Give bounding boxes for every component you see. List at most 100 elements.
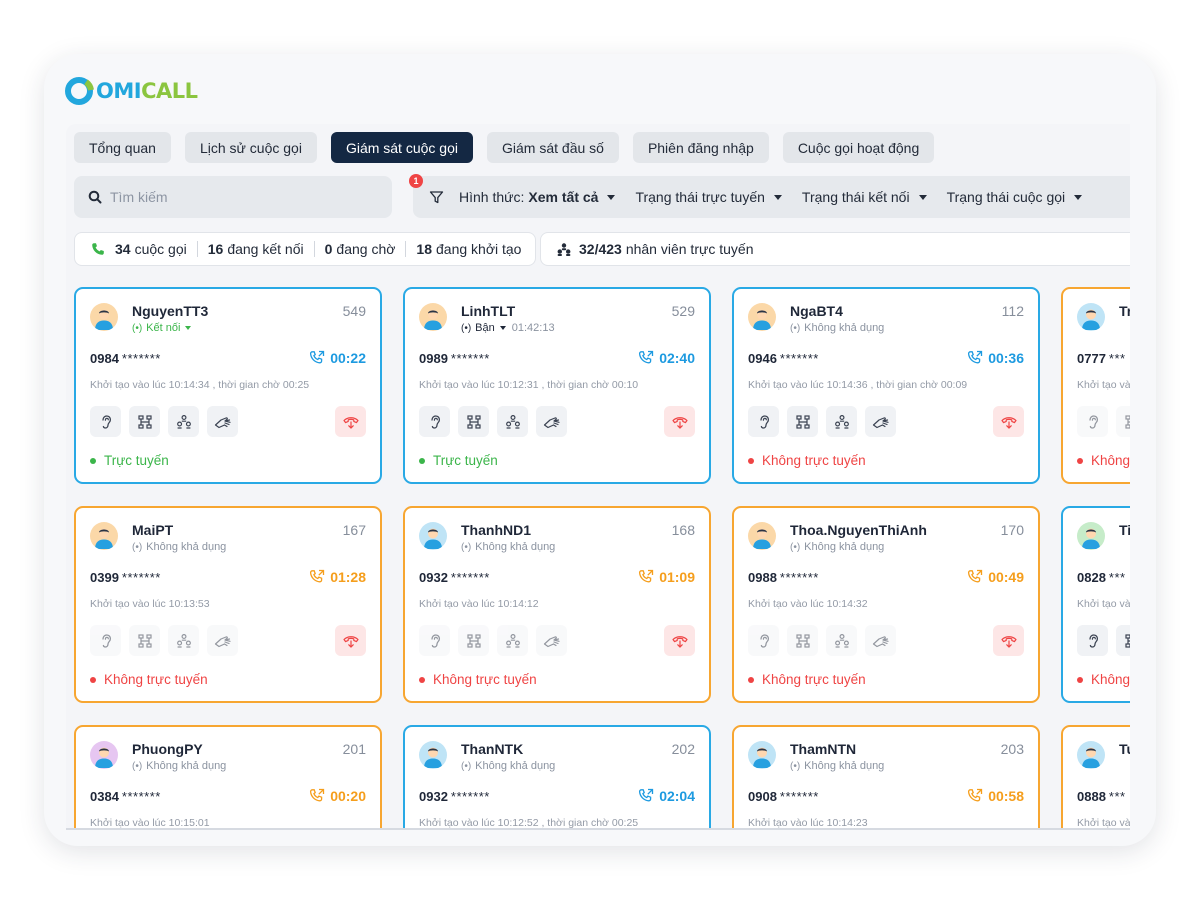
whisper-button[interactable] [129,406,160,437]
agent-extension: 112 [1001,303,1024,319]
agent-name: Thoa.NguyenThiAnh [790,522,927,538]
agent-card-tu[interactable]: Tu (•) 0888*** Khởi tạo vào [1061,725,1130,829]
barge-in-button[interactable] [865,625,896,656]
avatar [90,741,118,769]
filter-bar: 1 Hình thức: Xem tất cả Trạng thái trực t… [409,174,1130,218]
agent-card-linhtlt[interactable]: LinhTLT 529 (•) Bận 01:42:13 0989 ******* 0… [403,287,711,484]
stat-waiting-label: đang chờ [336,241,396,257]
signal-icon: (•) [132,322,143,334]
person-icon [753,309,771,330]
listen-button[interactable] [1077,406,1108,437]
tab-active-calls[interactable]: Cuộc gọi hoạt động [782,132,935,163]
tab-call-history[interactable]: Lịch sử cuộc gọi [184,132,317,163]
filter-call-status-dropdown[interactable]: Trạng thái cuộc gọi [947,189,1083,205]
hangup-button[interactable] [335,625,366,656]
call-duration-value: 01:09 [659,569,695,585]
conference-button[interactable] [826,406,857,437]
logo-wordmark-omi: OMI [96,79,142,103]
signal-icon: (•) [461,322,472,334]
chevron-down-icon [918,194,927,200]
barge-in-button[interactable] [536,406,567,437]
avatar [1077,303,1105,331]
whisper-button[interactable] [787,625,818,656]
tab-call-monitoring[interactable]: Giám sát cuộc gọi [330,132,473,163]
listen-button[interactable] [90,406,121,437]
barge-in-button[interactable] [207,625,238,656]
online-status-label: Không trực tuyến [762,672,866,687]
status-dot [90,676,96,683]
whisper-button[interactable] [458,625,489,656]
stat-connecting-value: 16 [207,241,224,257]
agent-card-ti[interactable]: Ti (•) 0828*** Khởi tạo vào [1061,506,1130,703]
agent-name: MaiPT [132,522,174,538]
agent-extension: 168 [671,522,695,538]
conference-button[interactable] [826,625,857,656]
listen-button[interactable] [419,406,450,437]
barge-in-button[interactable] [865,406,896,437]
barge-in-button[interactable] [536,625,567,656]
hangup-button[interactable] [335,406,366,437]
filter-button[interactable]: 1 [409,174,449,210]
whisper-button[interactable] [1116,625,1130,656]
tab-login-sessions[interactable]: Phiên đăng nhập [632,132,769,163]
agent-card-thoa-nguyenthianh[interactable]: Thoa.NguyenThiAnh 170 (•) Không khả dụng … [732,506,1040,703]
hangup-button[interactable] [993,625,1024,656]
person-icon [1082,309,1100,330]
outgoing-call-icon [310,350,325,364]
agent-card-thamntn[interactable]: ThamNTN 203 (•) Không khả dụng 0908 ******… [732,725,1040,829]
search-input[interactable] [110,189,370,205]
filter-connection-status-dropdown[interactable]: Trạng thái kết nối [802,189,927,205]
person-icon [424,528,442,549]
listen-button[interactable] [748,406,779,437]
filter-online-status-dropdown[interactable]: Trạng thái trực tuyến [635,189,782,205]
listen-button[interactable] [1077,625,1108,656]
barge-in-button[interactable] [207,406,238,437]
conference-button[interactable] [497,406,528,437]
caller-number-mask: ******* [779,351,819,366]
caller-number-mask: *** [1108,351,1126,366]
team-icon [505,633,520,648]
filter-form-dropdown[interactable]: Hình thức: Xem tất cả [459,189,616,205]
caller-number-prefix: 0384 [90,789,119,804]
whisper-button[interactable] [458,406,489,437]
whisper-button[interactable] [1116,406,1130,437]
stat-waiting: 0 đang chờ [325,241,396,257]
tab-number-monitoring[interactable]: Giám sát đầu số [487,132,619,163]
whisper-button[interactable] [787,406,818,437]
caller-number-prefix: 0828 [1077,570,1106,585]
agent-card-thanntk[interactable]: ThanNTK 202 (•) Không khả dụng 0932 ******… [403,725,711,829]
call-duration: 02:40 [638,350,695,366]
chevron-down-icon [607,194,616,200]
agent-card-tr[interactable]: Tr (•) 0777*** Khởi tạo vào [1061,287,1130,484]
divider [405,241,407,257]
call-actions [419,625,567,656]
call-init-info: Khởi tạo vào lúc 10:14:23 [748,817,868,829]
agent-card-ngabt4[interactable]: NgaBT4 112 (•) Không khả dụng 0946 *******… [732,287,1040,484]
agent-card-phuongpy[interactable]: PhuongPY 201 (•) Không khả dụng 0384 *****… [74,725,382,828]
listen-button[interactable] [419,625,450,656]
listen-button[interactable] [90,625,121,656]
hangup-button[interactable] [993,406,1024,437]
agent-card-thanhnd1[interactable]: ThanhND1 168 (•) Không khả dụng 0932 *****… [403,506,711,703]
agent-name: ThamNTN [790,741,857,757]
status-dot [90,457,96,464]
listen-button[interactable] [748,625,779,656]
transfer-nodes-icon [137,633,152,648]
call-init-info: Khởi tạo vào lúc 10:12:52 , thời gian ch… [419,817,639,829]
tab-overview[interactable]: Tổng quan [74,132,171,163]
hangup-icon [671,416,688,429]
conference-button[interactable] [168,406,199,437]
hand-icon [543,635,560,647]
caller-number-prefix: 0932 [419,570,448,585]
call-init-info: Khởi tạo vào [1077,817,1130,829]
agent-card-nguyentt3[interactable]: NguyenTT3 549 (•) Kết nối 0984 ******* 00:… [74,287,382,484]
call-duration-value: 00:20 [330,788,366,804]
agent-name: ThanNTK [461,741,524,757]
conference-button[interactable] [168,625,199,656]
agent-card-maipt[interactable]: MaiPT 167 (•) Không khả dụng 0399 ******* … [74,506,382,703]
whisper-button[interactable] [129,625,160,656]
omicall-logo: OMICALL [64,74,198,108]
hangup-button[interactable] [664,625,695,656]
hangup-button[interactable] [664,406,695,437]
conference-button[interactable] [497,625,528,656]
